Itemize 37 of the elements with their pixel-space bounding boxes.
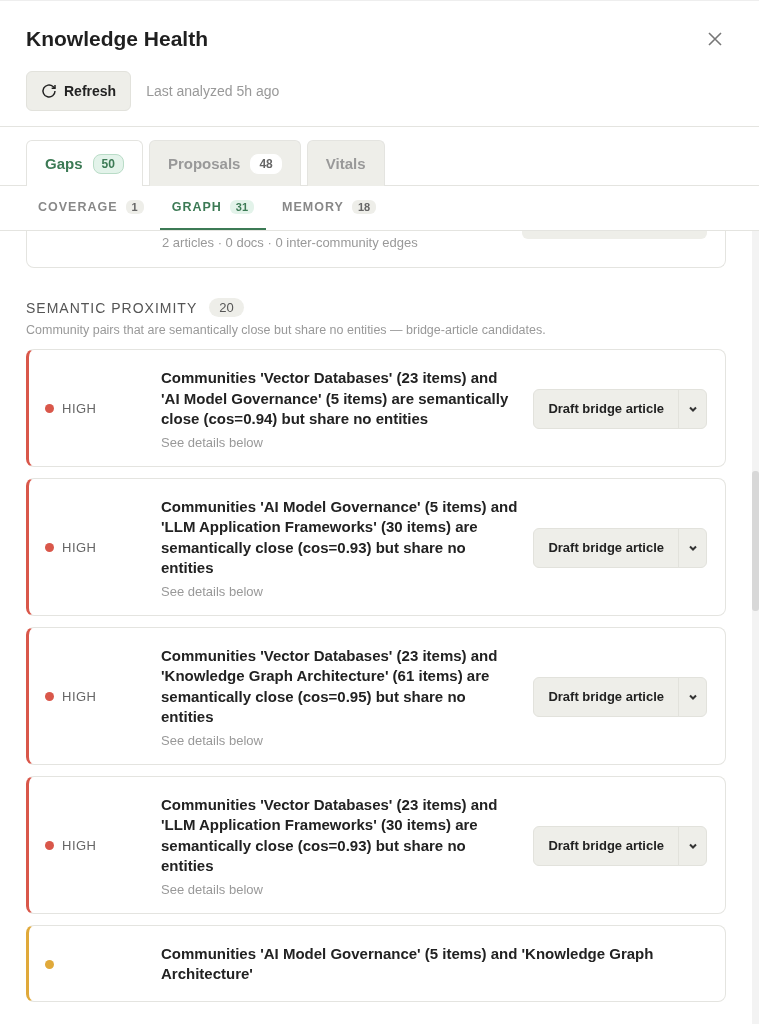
severity-label: HIGH: [62, 689, 97, 704]
draft-bridge-article-button[interactable]: Draft bridge article: [534, 528, 678, 567]
details-text: See details below: [161, 881, 264, 897]
severity-label: HIGH: [62, 401, 97, 417]
draft-bridge-article-button[interactable]: Draft bridge article: [534, 677, 678, 716]
count-badge: 48: [250, 153, 282, 174]
last-analyzed-text: Last analyzed 5h ago: [146, 83, 280, 99]
gap-description: Communities 'Vector Databases' (23 items) and 'Knowledge Graph Architecture' (61 items) are semantically close (cos=0.95) but share no entities: [161, 645, 499, 727]
gap-description: Communities 'AI Model Governance' (5 items) and 'Knowledge Graph Architecture': [161, 943, 655, 984]
severity-label: HIGH: [62, 838, 97, 853]
scrollbar[interactable]: [752, 231, 759, 1024]
count-badge: 31: [229, 200, 255, 214]
panel-title: Knowledge Health: [26, 27, 209, 51]
subtab[interactable]: GRAPH 31: [159, 186, 267, 230]
section-description: Community pairs that are semantically close but share no entities — bridge-article candidates.: [26, 323, 547, 337]
severity-label: HIGH: [62, 540, 97, 555]
gap-description: Communities 'Vector Databases' (23 items) and 'LLM Application Frameworks' (30 items) are semantically close (cos=0.93) but share no entities: [161, 794, 499, 876]
refresh-icon: [41, 83, 57, 99]
close-icon[interactable]: [707, 31, 723, 47]
count-badge: 1: [125, 200, 144, 214]
details-text: See details below: [161, 434, 264, 450]
tab[interactable]: Proposals 48: [148, 140, 301, 186]
details-text: See details below: [161, 583, 264, 599]
section-title: SEMANTIC PROXIMITY: [26, 299, 198, 316]
count-badge: 18: [351, 200, 377, 214]
gap-description: Communities 'AI Model Governance' (5 items) and 'LLM Application Frameworks' (30 items) are semantically close (cos=0.93) but share no entities: [161, 496, 519, 578]
details-text: See details below: [161, 732, 264, 748]
draft-bridge-article-button[interactable]: Draft bridge article: [534, 826, 678, 865]
tab[interactable]: Gaps 50: [26, 140, 143, 186]
card-meta-text: 2 articles · 0 docs · 0 inter-community edges: [162, 235, 418, 252]
subtab[interactable]: COVERAGE 1: [26, 186, 156, 230]
refresh-button[interactable]: Refresh: [26, 71, 132, 111]
count-badge: 50: [92, 153, 124, 174]
draft-bridge-article-button[interactable]: Draft bridge article: [534, 389, 678, 428]
count-badge: 20: [209, 298, 244, 317]
subtab[interactable]: MEMORY 18: [270, 186, 389, 230]
gap-description: Communities 'Vector Databases' (23 items) and 'AI Model Governance' (5 items) are semantically close (cos=0.94) but share no entities: [161, 368, 510, 429]
